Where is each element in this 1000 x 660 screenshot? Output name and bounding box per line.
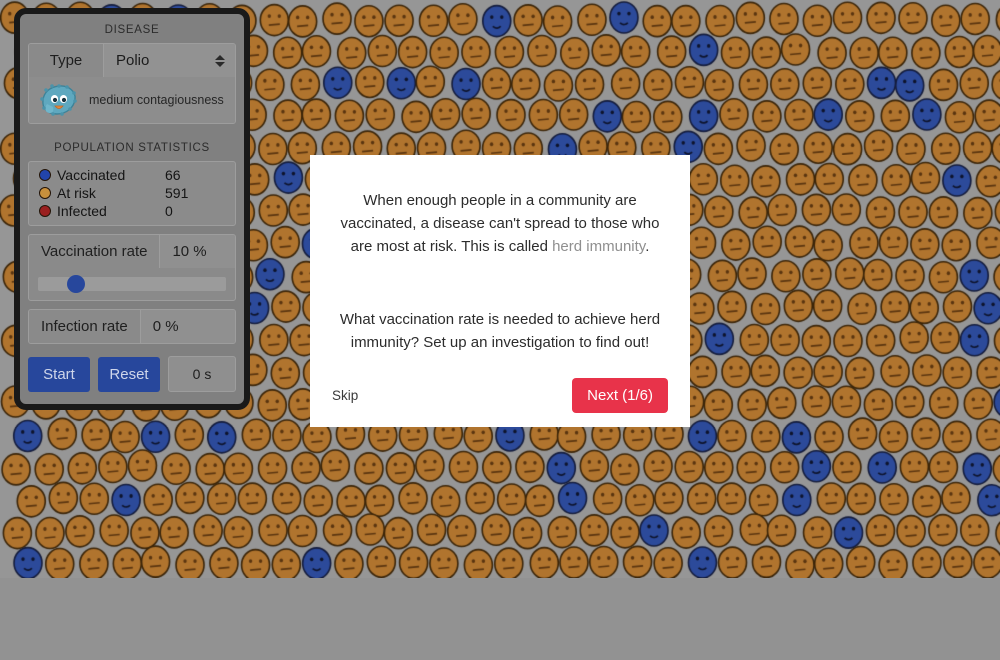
disease-type-card: Type Polio medium contagiousness xyxy=(28,43,236,124)
contagiousness-caption: medium contagiousness xyxy=(89,93,224,107)
stat-label-at-risk: At risk xyxy=(57,185,96,201)
elapsed-time-display: 0 s xyxy=(168,356,236,392)
modal-term-herd-immunity: herd immunity xyxy=(552,238,646,255)
stat-label-infected: Infected xyxy=(57,203,107,219)
germ-icon xyxy=(40,84,77,116)
reset-button[interactable]: Reset xyxy=(98,356,160,392)
modal-paragraph-2: What vaccination rate is needed to achie… xyxy=(339,311,661,351)
population-section-title: POPULATION STATISTICS xyxy=(54,142,210,154)
legend-dot-infected xyxy=(39,205,51,217)
disease-type-value: Polio xyxy=(116,52,150,69)
disease-section-title: DISEASE xyxy=(104,24,160,36)
infection-rate-card: Infection rate 0 % xyxy=(28,309,236,344)
vaccination-rate-card: Vaccination rate 10 % xyxy=(28,234,236,301)
next-button[interactable]: Next (1/6) xyxy=(572,378,668,413)
disease-type-label: Type xyxy=(29,44,103,77)
slider-thumb[interactable] xyxy=(67,275,85,293)
population-stats-card: Vaccinated 66 At risk 591 Infected 0 xyxy=(28,161,236,226)
stat-label-vaccinated: Vaccinated xyxy=(57,167,126,183)
stat-value-infected: 0 xyxy=(165,203,173,219)
start-button[interactable]: Start xyxy=(28,356,90,392)
contagiousness-row: medium contagiousness xyxy=(29,77,235,123)
vaccination-rate-value: 10 % xyxy=(159,235,235,268)
simulation-control-panel: DISEASE Type Polio medium contagiousness… xyxy=(14,8,250,410)
app-stage: DISEASE Type Polio medium contagiousness… xyxy=(0,0,1000,660)
vaccination-rate-slider[interactable] xyxy=(29,268,235,300)
vaccination-rate-label: Vaccination rate xyxy=(29,235,160,268)
infection-rate-value: 0 % xyxy=(139,310,235,343)
lower-background-band xyxy=(0,578,1000,660)
modal-paragraph-1: When enough people in a community are va… xyxy=(334,189,666,258)
modal-paragraph-1-text-b: . xyxy=(645,238,650,255)
stat-value-at-risk: 591 xyxy=(165,185,189,201)
disease-type-select[interactable]: Polio xyxy=(103,44,235,77)
infection-rate-label: Infection rate xyxy=(29,310,140,343)
tutorial-modal: When enough people in a community are va… xyxy=(310,155,690,427)
chevron-updown-icon xyxy=(215,54,225,67)
vaccination-rate-row: Vaccination rate 10 % xyxy=(29,235,235,268)
legend-dot-vaccinated xyxy=(39,169,51,181)
skip-button[interactable]: Skip xyxy=(332,388,358,403)
modal-footer: Skip Next (1/6) xyxy=(310,378,690,413)
stat-row-at-risk: At risk 591 xyxy=(29,184,235,202)
legend-dot-at-risk xyxy=(39,187,51,199)
stat-row-infected: Infected 0 xyxy=(29,202,235,220)
slider-track[interactable] xyxy=(38,275,226,293)
infection-rate-row: Infection rate 0 % xyxy=(29,310,235,343)
panel-button-row: Start Reset 0 s xyxy=(20,352,244,404)
stat-row-vaccinated: Vaccinated 66 xyxy=(29,166,235,184)
stat-value-vaccinated: 66 xyxy=(165,167,181,183)
disease-type-row: Type Polio xyxy=(29,44,235,77)
